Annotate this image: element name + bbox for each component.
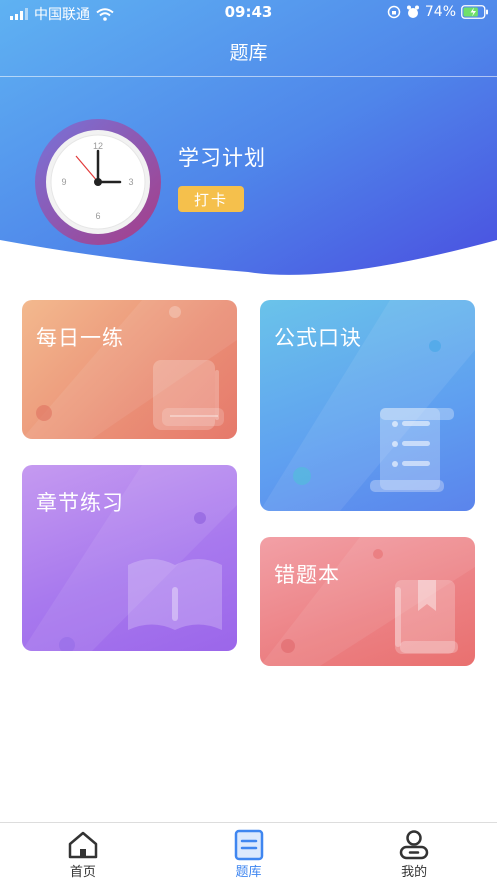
tab-home[interactable]: 首页	[0, 823, 166, 883]
page-title: 题库	[229, 42, 268, 64]
book-icon	[22, 300, 237, 439]
clock-number: 9	[61, 177, 66, 187]
formula-label: 公式口诀	[274, 326, 362, 350]
home-icon	[68, 831, 98, 859]
chapter-practice-label: 章节练习	[36, 491, 124, 515]
question-bank-icon	[234, 829, 263, 861]
wrong-questions-card[interactable]: 错题本	[260, 537, 475, 666]
header-divider	[0, 76, 497, 77]
wrong-questions-label: 错题本	[274, 563, 340, 587]
daily-practice-card[interactable]: 每日一练	[22, 300, 237, 439]
daily-practice-label: 每日一练	[36, 326, 124, 350]
clock-number: 6	[95, 211, 100, 221]
tab-question-bank-label: 题库	[235, 865, 262, 880]
battery-percent: 74%	[424, 4, 456, 20]
formula-card[interactable]: 公式口诀	[260, 300, 475, 511]
tab-home-label: 首页	[69, 865, 96, 880]
study-plan-title: 学习计划	[178, 146, 266, 170]
battery-icon	[461, 5, 488, 19]
clock-number: 3	[128, 177, 133, 187]
bookmark-book-icon	[260, 537, 475, 666]
tab-bar: 首页 题库 我的	[0, 822, 497, 883]
tab-profile[interactable]: 我的	[331, 823, 497, 883]
tab-question-bank[interactable]: 题库	[166, 823, 332, 883]
rotation-lock-icon	[387, 5, 401, 19]
clock-icon: 12 3 6 9	[35, 119, 161, 245]
tab-profile-label: 我的	[401, 865, 428, 880]
chapter-practice-card[interactable]: 章节练习	[22, 465, 237, 651]
profile-icon	[399, 830, 429, 860]
status-bar: 中国联通 09:43 74%	[0, 0, 497, 26]
header-banner: 中国联通 09:43 74% 题库 12 3 6 9 学习计划 打卡	[0, 0, 497, 280]
alarm-icon	[406, 5, 419, 18]
clock-number: 12	[93, 141, 103, 151]
check-in-button[interactable]: 打卡	[178, 186, 244, 212]
